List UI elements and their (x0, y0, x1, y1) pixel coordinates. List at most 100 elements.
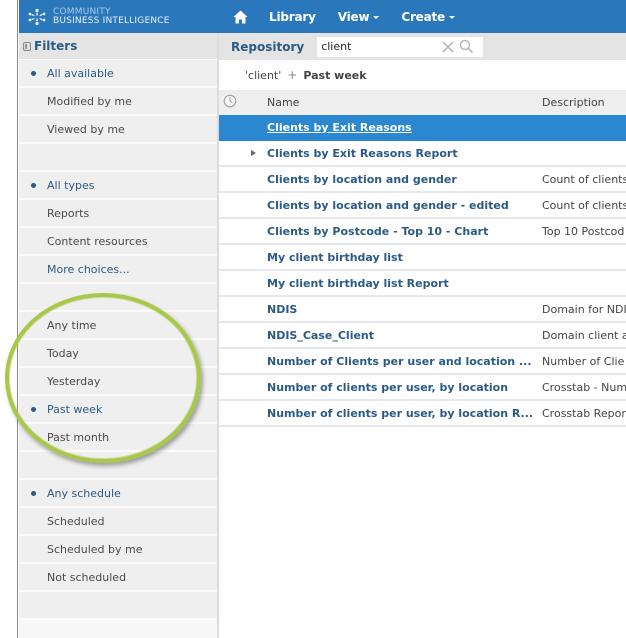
filter-label: Scheduled (47, 514, 105, 528)
collapse-panel-icon[interactable] (23, 41, 31, 51)
filter-reports[interactable]: Reports (19, 200, 217, 228)
filter-group-separator (19, 284, 217, 312)
table-body: Clients by Exit Reasons Clients by Exit R… (219, 115, 626, 427)
filter-label: All available (47, 66, 114, 80)
filter-scheduled[interactable]: Scheduled (19, 508, 217, 536)
brand[interactable]: COMMUNITY BUSINESS INTELLIGENCE (27, 6, 197, 28)
main-nav: Library View Create (233, 0, 477, 33)
filter-label: Today (47, 346, 79, 360)
filter-label: Past month (47, 430, 110, 444)
table-row[interactable]: Clients by location and gender - edited C… (219, 193, 626, 219)
filter-viewed-by-me[interactable]: Viewed by me (19, 116, 217, 144)
filter-label: Viewed by me (47, 122, 125, 136)
filter-yesterday[interactable]: Yesterday (19, 368, 217, 396)
row-description: Crosstab Repor (542, 407, 626, 420)
filter-past-month[interactable]: Past month (19, 424, 217, 452)
filter-today[interactable]: Today (19, 340, 217, 368)
table-row[interactable]: My client birthday list (219, 245, 626, 271)
search-box (317, 36, 484, 57)
row-name-link[interactable]: My client birthday list Report (267, 277, 449, 290)
nav-create-label: Create (401, 9, 445, 24)
filters-header: Filters (19, 33, 217, 60)
filter-any-time[interactable]: Any time (19, 312, 217, 340)
row-name-link[interactable]: NDIS (267, 303, 297, 316)
row-name-link[interactable]: Number of clients per user, by location (267, 381, 508, 394)
repository-header: Repository (219, 33, 626, 60)
row-name-link[interactable]: Clients by location and gender - edited (267, 199, 509, 212)
row-name-link[interactable]: Clients by Exit Reasons (267, 121, 412, 134)
filter-all-available[interactable]: All available (19, 60, 217, 88)
filter-all-types[interactable]: All types (19, 172, 217, 200)
filter-group-separator (19, 144, 217, 172)
table-row[interactable]: NDIS Domain for NDI (219, 297, 626, 323)
expand-arrow-icon[interactable] (251, 150, 256, 156)
filter-group-separator (19, 592, 217, 620)
table-row[interactable]: My client birthday list Report (219, 271, 626, 297)
filter-any-schedule[interactable]: Any schedule (19, 480, 217, 508)
column-header-name[interactable]: Name (267, 96, 299, 109)
search-input[interactable] (321, 40, 432, 53)
table-row[interactable]: NDIS_Case_Client Domain client a (219, 323, 626, 349)
filter-more-choices[interactable]: More choices... (19, 256, 217, 284)
row-name-link[interactable]: My client birthday list (267, 251, 403, 264)
filters-title: Filters (34, 39, 78, 53)
filter-label: Not scheduled (47, 570, 127, 584)
filter-modified-by-me[interactable]: Modified by me (19, 88, 217, 116)
window-left-edge (0, 0, 18, 638)
selected-bullet-icon (31, 183, 36, 188)
search-icon[interactable] (459, 39, 474, 54)
row-name-link[interactable]: Clients by location and gender (267, 173, 457, 186)
caret-down-icon (373, 16, 380, 19)
row-description: Count of clients (542, 173, 626, 186)
row-name-link[interactable]: Number of clients per user, by location … (267, 407, 533, 420)
search-criteria-breadcrumb: 'client' + Past week (245, 68, 367, 82)
row-name-link[interactable]: NDIS_Case_Client (267, 329, 374, 342)
filter-label: Any schedule (47, 486, 121, 500)
brand-name: COMMUNITY BUSINESS INTELLIGENCE (53, 8, 170, 26)
nav-view-label: View (337, 9, 370, 24)
row-description: Top 10 Postcod (542, 225, 625, 238)
row-name-link[interactable]: Clients by Postcode - Top 10 - Chart (267, 225, 488, 238)
results-table: Name Description Clients by Exit Reasons… (219, 90, 626, 427)
filter-label: Yesterday (47, 374, 101, 388)
filter-group-separator (19, 452, 217, 480)
filter-label: Past week (47, 402, 103, 416)
filter-label: Reports (47, 206, 90, 220)
table-row[interactable]: Clients by Exit Reasons Report (219, 141, 626, 167)
table-row[interactable]: Number of Clients per user and location … (219, 349, 626, 375)
row-name-link[interactable]: Number of Clients per user and location … (267, 355, 532, 368)
row-description: Crosstab - Num (542, 381, 626, 394)
row-name-link[interactable]: Clients by Exit Reasons Report (267, 147, 458, 160)
selected-bullet-icon (31, 71, 36, 76)
filter-content-resources[interactable]: Content resources (19, 228, 217, 256)
filter-label: Scheduled by me (47, 542, 143, 556)
selected-bullet-icon (31, 407, 36, 412)
home-button[interactable] (233, 9, 249, 25)
brand-line-2: BUSINESS INTELLIGENCE (53, 16, 170, 26)
table-row[interactable]: Clients by Exit Reasons (219, 115, 626, 141)
filters-sidebar: Filters All available Modified by me Vie… (19, 33, 217, 638)
filter-not-scheduled[interactable]: Not scheduled (19, 564, 217, 592)
table-row[interactable]: Number of clients per user, by location C… (219, 375, 626, 401)
filter-list: All available Modified by me Viewed by m… (19, 60, 217, 620)
nav-create-menu[interactable]: Create (401, 10, 455, 24)
nav-view-menu[interactable]: View (338, 10, 380, 24)
repository-title: Repository (231, 39, 305, 54)
time-filter-crumb[interactable]: Past week (303, 69, 366, 82)
filter-past-week[interactable]: Past week (19, 396, 217, 424)
top-navigation-bar: COMMUNITY BUSINESS INTELLIGENCE Library … (19, 0, 626, 33)
clock-icon[interactable] (223, 94, 237, 108)
nav-library-label: Library (269, 9, 316, 24)
search-term-crumb[interactable]: 'client' (245, 69, 281, 82)
nav-library[interactable]: Library (269, 10, 316, 24)
clear-search-icon[interactable] (441, 40, 455, 54)
filter-scheduled-by-me[interactable]: Scheduled by me (19, 536, 217, 564)
table-row[interactable]: Clients by location and gender Count of c… (219, 167, 626, 193)
row-description: Domain for NDI (542, 303, 626, 316)
row-description: Count of clients (542, 199, 626, 212)
column-header-description[interactable]: Description (542, 96, 605, 109)
caret-down-icon (448, 16, 455, 19)
filter-label: Any time (47, 318, 97, 332)
table-row[interactable]: Number of clients per user, by location … (219, 401, 626, 427)
table-row[interactable]: Clients by Postcode - Top 10 - Chart Top … (219, 219, 626, 245)
